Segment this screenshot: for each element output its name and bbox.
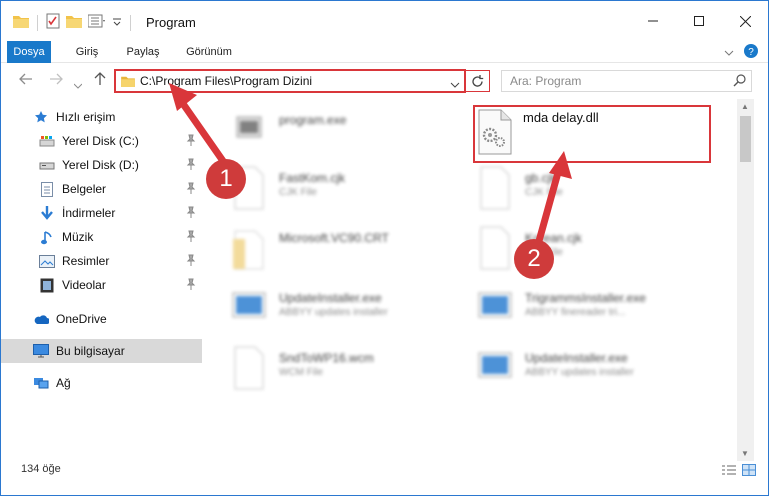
annotation-badge-2: 2	[514, 239, 554, 279]
explorer-window: Program Dosya Giriş Paylaş Görünüm ? C:\…	[0, 0, 769, 496]
annotation-arrows	[169, 83, 572, 245]
annotation-badge-1: 1	[206, 159, 246, 199]
